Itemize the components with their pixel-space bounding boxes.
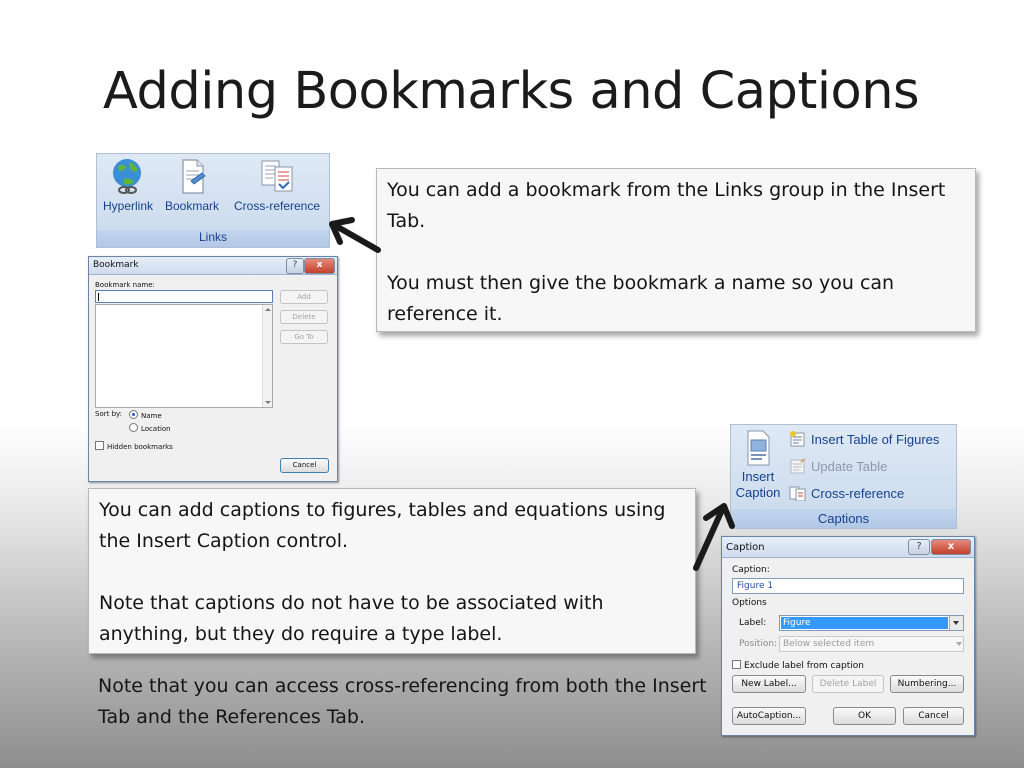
globe-link-icon [113, 159, 141, 194]
links-group-name: Links [97, 230, 329, 247]
checkbox-icon [732, 660, 741, 669]
exclude-label-checkbox[interactable]: Exclude label from caption [732, 660, 864, 671]
goto-button[interactable]: Go To [280, 330, 328, 344]
hidden-bookmarks-checkbox[interactable]: Hidden bookmarks [95, 441, 173, 451]
caption-dialog: Caption ? x Caption: Figure 1 Options La… [721, 536, 975, 736]
bookmark-name-input[interactable] [95, 290, 273, 303]
caption-dialog-title: Caption [726, 542, 765, 553]
links-note: You can add a bookmark from the Links gr… [376, 168, 976, 332]
insert-caption-label-2: Caption [735, 485, 781, 500]
add-button[interactable]: Add [280, 290, 328, 304]
bookmark-button[interactable]: Bookmark [159, 157, 225, 213]
list-scrollbar[interactable] [262, 305, 272, 407]
caption-close-button[interactable]: x [931, 539, 971, 555]
captions-group-name: Captions [731, 509, 956, 528]
insert-caption-icon [747, 430, 770, 466]
scroll-up-icon[interactable] [265, 308, 271, 311]
caption-dialog-titlebar: Caption ? x [722, 537, 974, 558]
captions-note: You can add captions to figures, tables … [88, 488, 696, 654]
captions-ribbon-group: Insert Caption Insert Table of Figures U… [730, 424, 957, 529]
captions-cross-reference-label: Cross-reference [811, 485, 905, 501]
label-value: Figure [781, 617, 948, 629]
sort-location-label: Location [141, 425, 171, 433]
checkbox-icon [95, 441, 104, 450]
links-ribbon-group: Hyperlink Bookmark Cross-reference Links [96, 153, 330, 248]
numbering-button[interactable]: Numbering... [890, 675, 964, 693]
bookmark-name-label: Bookmark name: [95, 281, 155, 289]
caption-input[interactable]: Figure 1 [732, 578, 964, 594]
cross-reference-button[interactable]: Cross-reference [227, 157, 327, 213]
captions-note-line-2: Note that captions do not have to be ass… [99, 592, 604, 645]
hyperlink-button[interactable]: Hyperlink [99, 157, 157, 213]
table-of-figures-icon [790, 431, 805, 447]
insert-caption-button[interactable]: Insert Caption [731, 429, 785, 501]
dropdown-arrow-disabled-icon [956, 642, 962, 646]
insert-table-of-figures-button[interactable]: Insert Table of Figures [789, 431, 939, 447]
insert-table-of-figures-label: Insert Table of Figures [811, 431, 940, 447]
caption-label: Caption: [732, 565, 770, 575]
captions-cross-reference-button[interactable]: Cross-reference [789, 485, 904, 501]
position-label: Position: [739, 639, 778, 649]
radio-selected-icon [129, 410, 138, 419]
options-label: Options [732, 598, 767, 608]
sort-by-label: Sort by: [95, 410, 123, 418]
caption-help-button[interactable]: ? [908, 539, 930, 555]
sort-name-radio[interactable]: Name [129, 410, 162, 420]
delete-button[interactable]: Delete [280, 310, 328, 324]
bookmark-list[interactable] [95, 304, 273, 408]
hyperlink-label: Hyperlink [102, 199, 153, 213]
label-label: Label: [739, 618, 767, 628]
update-table-label: Update Table [811, 458, 888, 474]
close-button[interactable]: x [304, 258, 335, 274]
bookmark-label: Bookmark [164, 199, 220, 213]
caption-value: Figure 1 [737, 581, 774, 591]
bookmark-cancel-button[interactable]: Cancel [280, 458, 329, 473]
text-caret [98, 293, 99, 301]
bookmark-page-icon [182, 159, 206, 194]
ok-button[interactable]: OK [833, 707, 896, 725]
cross-reference-icon [261, 160, 293, 192]
captions-note-line-1: You can add captions to figures, tables … [99, 499, 666, 552]
cross-reference-small-icon [789, 486, 806, 501]
bookmark-dialog-title: Bookmark [93, 260, 139, 270]
update-table-button[interactable]: Update Table [789, 458, 887, 474]
links-note-line-2: You must then give the bookmark a name s… [387, 272, 895, 325]
slide-title: Adding Bookmarks and Captions [103, 62, 920, 121]
update-table-icon [790, 458, 806, 474]
exclude-label-text: Exclude label from caption [744, 661, 864, 671]
arrow-to-links [329, 217, 381, 253]
position-value: Below selected item [783, 639, 875, 649]
bookmark-dialog: Bookmark ? x Bookmark name: Add Delete G… [88, 256, 338, 482]
radio-icon [129, 423, 138, 432]
insert-caption-label-1: Insert [741, 469, 775, 484]
hidden-bookmarks-label: Hidden bookmarks [107, 443, 173, 451]
links-note-line-1: You can add a bookmark from the Links gr… [387, 179, 946, 232]
autocaption-button[interactable]: AutoCaption... [732, 707, 806, 725]
label-select[interactable]: Figure [779, 615, 964, 631]
position-select[interactable]: Below selected item [779, 636, 964, 652]
scroll-down-icon[interactable] [265, 401, 271, 404]
cross-reference-label: Cross-reference [233, 199, 321, 213]
help-button[interactable]: ? [286, 258, 304, 274]
sort-name-label: Name [141, 412, 162, 420]
cross-reference-note: Note that you can access cross-referenci… [98, 675, 707, 728]
dropdown-arrow-icon[interactable] [949, 616, 963, 630]
new-label-button[interactable]: New Label... [732, 675, 806, 693]
delete-label-button[interactable]: Delete Label [812, 675, 884, 693]
caption-cancel-button[interactable]: Cancel [903, 707, 964, 725]
bookmark-dialog-titlebar: Bookmark ? x [89, 257, 337, 275]
sort-location-radio[interactable]: Location [129, 423, 171, 433]
